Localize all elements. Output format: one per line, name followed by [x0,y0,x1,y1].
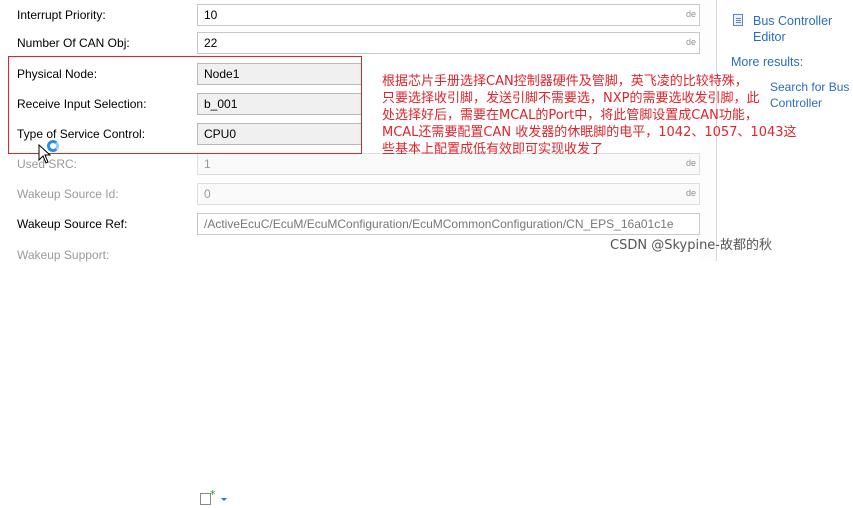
interrupt-priority-field[interactable]: 10 de [197,4,700,26]
annotation-line: MCAL还需要配置CAN 收发器的休眠脚的电平，1042、1057、1043这 [382,125,797,140]
wakeup-source-ref-value: /ActiveEcuC/EcuM/EcuMConfiguration/EcuMC… [204,217,674,231]
default-marker: de [685,188,696,198]
form-row-number-of-can-obj: Number Of CAN Obj: 22 de [0,31,700,55]
wakeup-source-ref-field[interactable]: /ActiveEcuC/EcuM/EcuMConfiguration/EcuMC… [197,213,700,235]
label-wakeup-source-ref: Wakeup Source Ref: [17,217,128,231]
label-interrupt-priority: Interrupt Priority: [17,8,106,22]
bus-controller-editor-link[interactable]: Bus Controller Editor [753,13,848,45]
svg-text:*: * [210,489,216,501]
wakeup-source-id-value: 0 [204,187,211,201]
busy-spinner-icon [47,140,59,152]
search-result-link[interactable]: Search for Bus [770,80,849,94]
default-marker: de [685,37,696,47]
number-of-can-obj-field[interactable]: 22 de [197,32,700,54]
label-wakeup-support: Wakeup Support: [17,248,110,262]
number-of-can-obj-value: 22 [204,36,218,50]
default-marker: de [685,158,696,168]
form-row-wakeup-source-id: Wakeup Source Id: 0 de [0,182,700,206]
search-result-link-cont[interactable]: Controller [770,96,822,110]
default-marker: de [685,9,696,19]
form-row-interrupt-priority: Interrupt Priority: 10 de [0,3,700,27]
checkbox-default-icon: * [200,488,227,505]
help-topic-icon [733,14,743,26]
label-wakeup-source-id: Wakeup Source Id: [17,187,119,201]
used-src-value: 1 [204,157,211,171]
watermark: CSDN @Skypine-故都的秋 [610,238,772,253]
wakeup-source-id-field[interactable]: 0 de [197,183,700,205]
label-number-of-can-obj: Number Of CAN Obj: [17,36,130,50]
annotation-line: 些基本上配置成低有效即可实现收发了 [382,142,604,157]
annotation-highlight-box [8,56,362,154]
wakeup-support-checkbox[interactable]: * [200,488,234,508]
form-row-wakeup-support: Wakeup Support: * [0,243,700,505]
interrupt-priority-value: 10 [204,8,218,22]
more-results-label: More results: [731,55,804,69]
form-row-wakeup-source-ref: Wakeup Source Ref: /ActiveEcuC/EcuM/EcuM… [0,212,700,236]
